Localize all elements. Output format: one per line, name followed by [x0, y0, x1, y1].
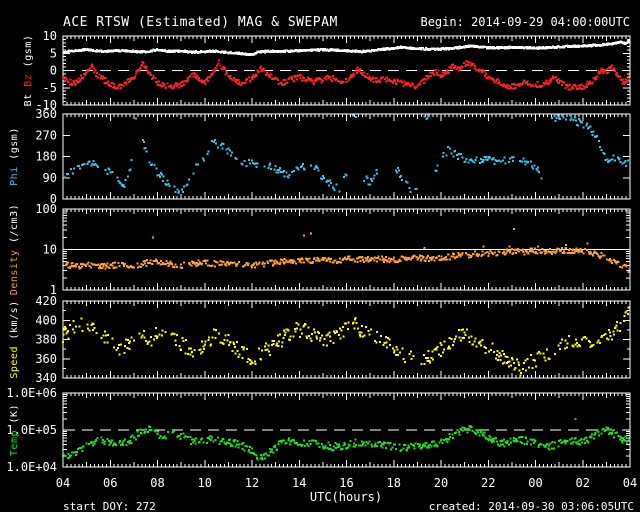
y-tick-label-phi: 270 — [35, 128, 57, 142]
x-tick-label: 12 — [245, 476, 259, 490]
x-tick-label: 00 — [528, 476, 542, 490]
panel-phi: 360270180900Phi (gsm) — [9, 107, 631, 206]
panel-border — [62, 300, 631, 379]
x-tick-label: 18 — [387, 476, 401, 490]
panel-speed: 420 400 380 360 340 Speed (km/s) — [9, 294, 631, 385]
y-tick-label-phi: 90 — [43, 171, 57, 185]
y-tick-label-mag: 10 — [43, 29, 57, 43]
y-tick-label-density: 100 — [35, 202, 57, 216]
x-tick-label: 06 — [103, 476, 117, 490]
panel-density: 100101Density (/cm3) — [9, 202, 631, 297]
x-tick-label: 02 — [576, 476, 590, 490]
panel-border — [62, 113, 631, 200]
y-tick-label-mag: -5 — [43, 81, 57, 95]
ace-rtsw-plot-screen: ACE RTSW (Estimated) MAG & SWEPAM Begin:… — [0, 0, 640, 512]
y-tick-label-speed: 420 — [35, 294, 57, 308]
x-tick-label: 22 — [481, 476, 495, 490]
x-tick-label: 04 — [56, 476, 70, 490]
panels-group: 1050-5-10Bt Bz (gsm)360270180900Phi (gsm… — [6, 29, 631, 474]
series-bz — [62, 59, 631, 91]
x-tick-label: 10 — [198, 476, 212, 490]
footer-created-timestamp: created: 2014-09-30 03:06:05UTC — [429, 500, 634, 512]
x-tick-label: 16 — [339, 476, 353, 490]
plot-title: ACE RTSW (Estimated) MAG & SWEPAM — [63, 15, 338, 30]
panel-mag: 1050-5-10Bt Bz (gsm) — [23, 29, 631, 112]
y-tick-label-temp: 1.0E+06 — [6, 386, 57, 400]
ace-rtsw-plot: ACE RTSW (Estimated) MAG & SWEPAM Begin:… — [6, 15, 637, 512]
y-tick-label-density: 10 — [43, 243, 57, 257]
series-density — [64, 228, 631, 273]
y-tick-label-speed: 400 — [35, 313, 57, 327]
y-tick-label-phi: 180 — [35, 150, 57, 164]
begin-timestamp-label: Begin: 2014-09-29 04:00:00UTC — [420, 15, 630, 29]
x-tick-label: 14 — [292, 476, 306, 490]
panel-ylabel-speed: Speed (km/s) — [9, 300, 20, 378]
panel-ylabel-temp: Temp (K) — [9, 404, 20, 456]
x-tick-label: 08 — [150, 476, 164, 490]
x-axis-title: UTC(hours) — [310, 490, 382, 504]
y-tick-label-mag: 5 — [50, 46, 57, 60]
x-tick-label: 20 — [434, 476, 448, 490]
x-tick-label: 04 — [623, 476, 637, 490]
panel-ylabel-density: Density (/cm3) — [9, 204, 20, 295]
y-tick-label-phi: 360 — [35, 107, 57, 121]
footer-start-doy: start DOY: 272 — [63, 500, 156, 512]
series-phi — [64, 113, 630, 195]
y-tick-label-mag: 0 — [50, 64, 57, 78]
x-axis-tick-labels: 04 06 08 10 12 14 16 18 20 22 00 02 04 — [56, 476, 637, 490]
panel-border — [62, 392, 631, 468]
series-speed — [62, 306, 630, 377]
panel-ylabel-mag: Bt Bz (gsm) — [23, 35, 34, 107]
y-tick-label-speed: 360 — [35, 352, 57, 366]
y-tick-label-temp: 1.0E+04 — [6, 460, 57, 474]
panel-ylabel-phi: Phi (gsm) — [9, 127, 20, 186]
panel-temp: 1.0E+061.0E+051.0E+04Temp (K) — [6, 386, 631, 474]
y-tick-label-speed: 340 — [35, 371, 57, 385]
y-tick-label-speed: 380 — [35, 333, 57, 347]
series-temp — [62, 417, 631, 461]
